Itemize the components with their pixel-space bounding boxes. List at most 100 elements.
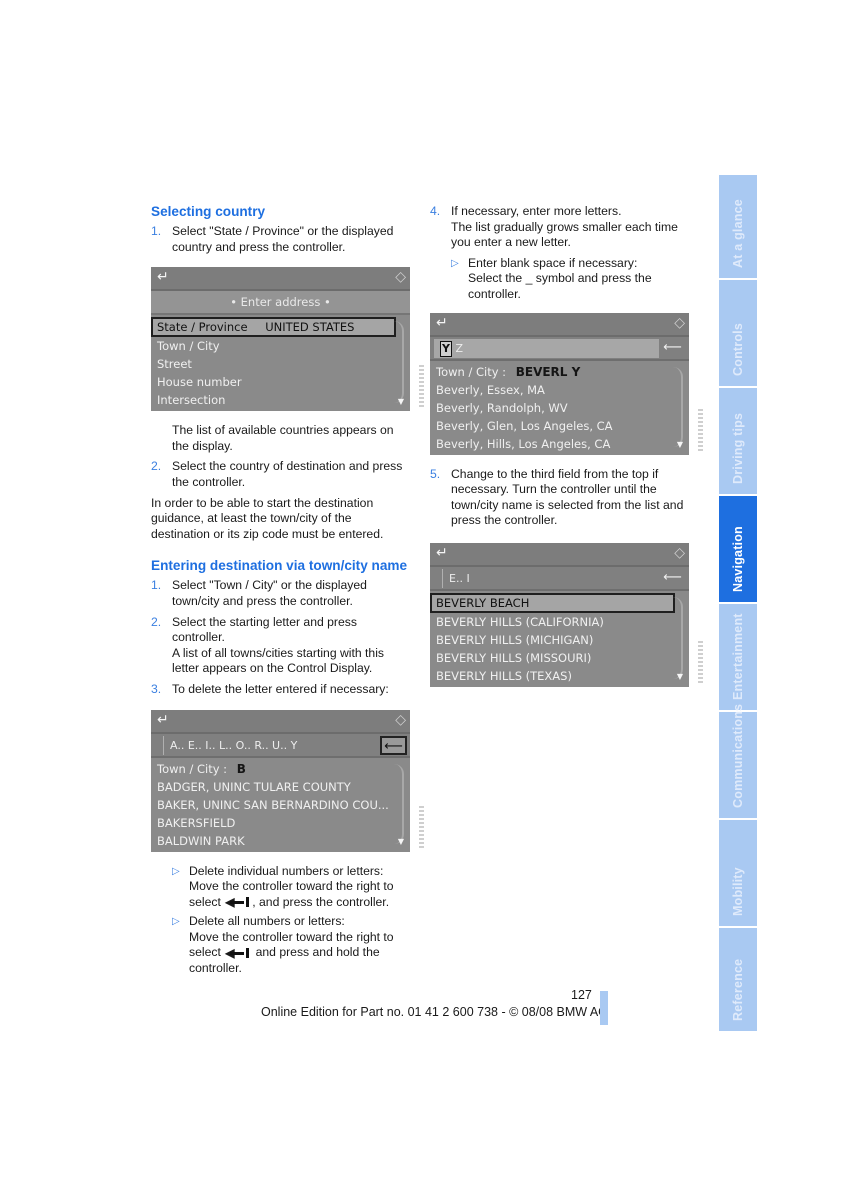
tab-label: Communications xyxy=(731,703,745,808)
image-code xyxy=(698,640,703,683)
step-text: Select the country of destination and pr… xyxy=(172,459,403,489)
selected-label: State / Province xyxy=(157,320,248,335)
step-text: Select "Town / City" or the displayed to… xyxy=(172,578,367,608)
footer-accent-bar xyxy=(600,991,608,1025)
list-item[interactable]: BEVERLY HILLS (MISSOURI) xyxy=(430,649,689,667)
tab-driving-tips[interactable]: Driving tips xyxy=(719,388,757,494)
back-icon[interactable]: ↵ xyxy=(436,545,448,562)
screen-top-bar: ↵ ◇ xyxy=(151,709,410,734)
bullet-text: Select the _ symbol and press the contro… xyxy=(468,271,652,301)
back-icon[interactable]: ↵ xyxy=(157,270,169,286)
step-number: 5. xyxy=(430,466,441,481)
list-item[interactable]: BAKERSFIELD xyxy=(151,814,410,832)
step-text: Select "State / Province" or the display… xyxy=(172,224,394,254)
delete-icon: ⟵ xyxy=(384,738,403,754)
letter-speller[interactable]: E.. I xyxy=(442,568,657,588)
controller-icon: ◇ xyxy=(674,544,685,561)
scrollbar[interactable] xyxy=(394,321,404,404)
back-icon[interactable]: ↵ xyxy=(436,315,448,332)
delete-icon: ⟵ xyxy=(663,339,682,355)
list-item-selected[interactable]: State / Province UNITED STATES xyxy=(151,317,396,338)
tab-at-a-glance[interactable]: At a glance xyxy=(719,175,757,278)
scroll-down-icon[interactable]: ▼ xyxy=(677,669,683,685)
step-number: 1. xyxy=(151,224,162,238)
list-item[interactable]: BEVERLY HILLS (TEXAS) xyxy=(430,667,689,685)
list-item[interactable]: BEVERLY HILLS (MICHIGAN) xyxy=(430,631,689,649)
cursor-letter: Y xyxy=(440,340,452,357)
letter-speller[interactable]: A.. E.. I.. L.. O.. R.. U.. Y xyxy=(163,735,378,755)
controller-icon: ◇ xyxy=(395,269,406,286)
step-1: 1. Select "Town / City" or the displayed… xyxy=(151,578,413,609)
step-text: Change to the third field from the top i… xyxy=(451,466,684,528)
letter-input-bar: E.. I ⟵ xyxy=(430,566,689,591)
screen-top-bar: ↵ ◇ xyxy=(151,267,410,292)
list-item-selected[interactable]: BEVERLY BEACH xyxy=(430,592,675,613)
step-3: 3. To delete the letter entered if neces… xyxy=(151,682,413,698)
letter-input-bar: A.. E.. I.. L.. O.. R.. U.. Y ⟵ xyxy=(151,733,410,758)
image-code xyxy=(419,365,424,408)
step-number: 2. xyxy=(151,614,162,629)
chapter-tabs: At a glance Controls Driving tips Naviga… xyxy=(719,175,757,1033)
tab-mobility[interactable]: Mobility xyxy=(719,820,757,926)
list-item[interactable]: BALDWIN PARK xyxy=(151,832,410,850)
scroll-down-icon[interactable]: ▼ xyxy=(398,394,404,410)
scroll-down-icon[interactable]: ▼ xyxy=(398,834,404,850)
back-icon[interactable]: ↵ xyxy=(157,712,169,729)
text-part: , and press the controller. xyxy=(252,894,390,909)
list-item[interactable]: BADGER, UNINC TULARE COUNTY xyxy=(151,778,410,796)
bullet-icon: ▷ xyxy=(172,865,180,877)
tab-navigation[interactable]: Navigation xyxy=(719,496,757,602)
paragraph: The list of available countries appears … xyxy=(172,423,394,453)
control-display-town-list: ↵ ◇ A.. E.. I.. L.. O.. R.. U.. Y ⟵ Town… xyxy=(151,709,424,852)
list-item[interactable]: Town / City xyxy=(151,337,410,355)
scroll-down-icon[interactable]: ▼ xyxy=(677,437,683,453)
tab-controls[interactable]: Controls xyxy=(719,280,757,386)
control-display-beverly-results: ↵ ◇ E.. I ⟵ BEVERLY BEACH BEVERLY HILLS … xyxy=(430,542,703,687)
field-label: Town / City : xyxy=(157,761,228,776)
list-item[interactable]: Beverly, Essex, MA xyxy=(430,381,689,399)
step-text: If necessary, enter more letters. xyxy=(451,204,622,218)
screen-list: State / Province UNITED STATES Town / Ci… xyxy=(151,315,410,411)
scrollbar[interactable] xyxy=(673,596,683,679)
tab-reference[interactable]: Reference xyxy=(719,928,757,1031)
bullet-title: Delete individual numbers or letters: xyxy=(189,863,384,878)
delete-button[interactable]: ⟵ xyxy=(380,735,407,755)
list-item[interactable]: Beverly, Glen, Los Angeles, CA xyxy=(430,417,689,435)
step-number: 4. xyxy=(430,204,441,218)
list-item[interactable]: BAKER, UNINC SAN BERNARDINO COU... xyxy=(151,796,410,814)
screen-list: Town / City : B BADGER, UNINC TULARE COU… xyxy=(151,758,410,852)
step-number: 1. xyxy=(151,578,162,593)
controller-icon: ◇ xyxy=(674,314,685,331)
list-item[interactable]: Beverly, Randolph, WV xyxy=(430,399,689,417)
tab-entertainment[interactable]: Entertainment xyxy=(719,604,757,710)
bullet-text: Move the controller toward the right to … xyxy=(189,930,413,977)
control-display-enter-address: ↵ ◇ • Enter address • State / Province U… xyxy=(151,267,424,412)
list-item[interactable]: Street xyxy=(151,355,410,373)
list-item[interactable]: House number xyxy=(151,373,410,391)
delete-icon: ⟵ xyxy=(663,569,682,585)
note-paragraph: In order to be able to start the destina… xyxy=(151,495,384,541)
list-item[interactable]: Beverly, Hills, Los Angeles, CA xyxy=(430,435,689,453)
bullet-delete-all: ▷ Delete all numbers or letters: Move th… xyxy=(151,914,413,976)
image-code xyxy=(419,805,424,848)
scrollbar[interactable] xyxy=(673,366,683,447)
tab-label: Mobility xyxy=(731,867,745,916)
scrollbar[interactable] xyxy=(394,763,404,844)
delete-glyph-icon: ◀ xyxy=(225,947,251,959)
delete-glyph-icon: ◀ xyxy=(225,896,251,908)
tab-communications[interactable]: Communications xyxy=(719,704,757,818)
bullet-icon: ▷ xyxy=(172,916,180,928)
town-city-field[interactable]: Town / City : B xyxy=(151,760,410,778)
delete-button[interactable]: ⟵ xyxy=(659,339,686,358)
town-city-field[interactable]: Town / City : BEVERL Y xyxy=(430,363,689,381)
controller-icon: ◇ xyxy=(395,711,406,728)
tab-label: Navigation xyxy=(731,526,745,592)
list-item[interactable]: Intersection xyxy=(151,391,410,409)
page-number: 127 xyxy=(571,988,592,1002)
bullet-title: Enter blank space if necessary: xyxy=(468,255,638,270)
delete-button[interactable]: ⟵ xyxy=(659,569,686,588)
edition-footer: Online Edition for Part no. 01 41 2 600 … xyxy=(261,1005,608,1019)
step-2: 2. Select the country of destination and… xyxy=(151,459,413,490)
letter-speller[interactable]: Y Z xyxy=(434,338,659,358)
list-item[interactable]: BEVERLY HILLS (CALIFORNIA) xyxy=(430,613,689,631)
